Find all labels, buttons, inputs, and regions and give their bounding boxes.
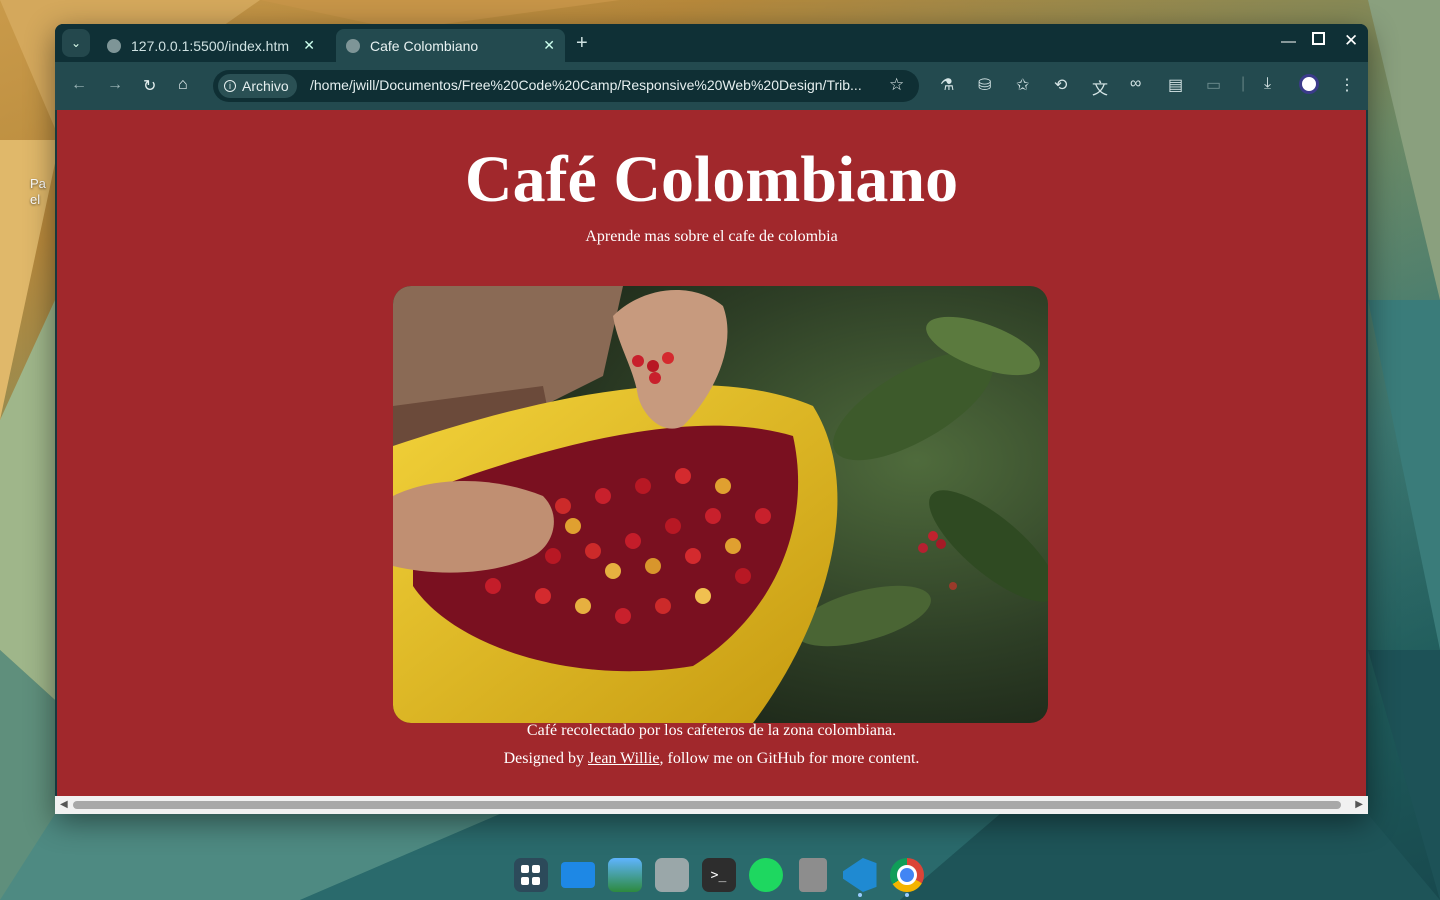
image-caption: Café recolectado por los cafeteros de la… — [526, 722, 897, 739]
globe-icon — [346, 38, 360, 53]
page-content: Café Colombiano Aprende mas sobre el caf… — [57, 110, 1366, 796]
tab-strip: ⌄ 127.0.0.1:5500/index.htm ✕ Cafe Colomb… — [55, 24, 1368, 62]
scroll-right-icon[interactable]: ▶ — [1355, 799, 1363, 810]
home-icon[interactable]: ⌂ — [178, 76, 188, 94]
terminal-icon[interactable]: >_ — [695, 853, 742, 897]
site-info-chip[interactable]: i Archivo — [218, 74, 297, 98]
page-title: Café Colombiano — [464, 143, 959, 216]
desktop-file-label[interactable]: Pa el — [30, 176, 46, 208]
browser-window: ⌄ 127.0.0.1:5500/index.htm ✕ Cafe Colomb… — [55, 24, 1368, 814]
spotify-icon[interactable] — [742, 853, 789, 897]
desktop-icon[interactable] — [554, 853, 601, 897]
history-icon[interactable]: ⟲ — [1054, 75, 1067, 95]
chrome-icon[interactable] — [883, 853, 930, 897]
minimize-icon[interactable]: — — [1281, 33, 1296, 50]
incognito-icon[interactable]: ⛁ — [978, 75, 991, 95]
labs-flask-icon[interactable]: ⚗ — [940, 75, 954, 95]
close-tab-icon[interactable]: ✕ — [543, 37, 555, 54]
address-bar[interactable]: i Archivo /home/jwill/Documentos/Free%20… — [213, 70, 919, 102]
apps-grid-icon[interactable] — [507, 853, 554, 897]
forward-icon[interactable]: → — [107, 76, 123, 94]
scroll-left-icon[interactable]: ◀ — [60, 799, 68, 810]
info-icon: i — [224, 80, 236, 92]
author-link[interactable]: Jean Willie — [588, 750, 659, 767]
tab-title: 127.0.0.1:5500/index.htm — [131, 37, 290, 54]
tab-localhost[interactable]: 127.0.0.1:5500/index.htm ✕ — [97, 29, 325, 62]
globe-icon — [107, 38, 121, 53]
close-tab-icon[interactable]: ✕ — [303, 37, 315, 54]
translate-icon[interactable]: 文 — [1092, 75, 1108, 99]
tab-search-button[interactable]: ⌄ — [62, 29, 90, 57]
maximize-icon[interactable] — [1312, 32, 1325, 49]
trash-icon[interactable] — [789, 853, 836, 897]
vscode-icon[interactable] — [836, 853, 883, 897]
page-footer: Designed by Jean Willie, follow me on Gi… — [57, 750, 1366, 768]
side-panel-icon[interactable]: ▤ — [1168, 75, 1183, 95]
menu-kebab-icon[interactable]: ⋮ — [1339, 75, 1355, 95]
url-text[interactable]: /home/jwill/Documentos/Free%20Code%20Cam… — [310, 77, 880, 93]
footer-prefix: Designed by — [503, 750, 588, 767]
hero-image-coffee-harvest — [393, 286, 1048, 723]
bookmark-star-icon[interactable]: ☆ — [889, 75, 904, 95]
profile-avatar[interactable] — [1299, 74, 1319, 94]
reload-icon[interactable]: ↻ — [143, 76, 156, 96]
page-subtitle: Aprende mas sobre el cafe de colombia — [585, 228, 838, 245]
photos-icon[interactable] — [601, 853, 648, 897]
tab-cafe-colombiano[interactable]: Cafe Colombiano ✕ — [336, 29, 565, 62]
site-info-label: Archivo — [242, 78, 289, 94]
scrollbar-thumb[interactable] — [73, 801, 1341, 809]
files-icon[interactable] — [648, 853, 695, 897]
chevron-down-icon: ⌄ — [70, 36, 82, 50]
new-tab-button[interactable]: + — [576, 32, 588, 55]
devices-icon[interactable]: ▭ — [1206, 75, 1221, 95]
browser-toolbar: ← → ↻ ⌂ i Archivo /home/jwill/Documentos… — [55, 62, 1368, 110]
download-icon[interactable]: ⤓ — [1264, 75, 1271, 93]
link-icon[interactable]: ∞ — [1130, 75, 1141, 93]
back-icon[interactable]: ← — [71, 76, 87, 94]
toolbar-divider: | — [1241, 75, 1246, 92]
close-window-icon[interactable]: ✕ — [1344, 31, 1358, 51]
bookmarks-icon[interactable]: ✩ — [1016, 75, 1029, 95]
taskbar-dock: >_ — [507, 853, 930, 897]
footer-suffix: , follow me on GitHub for more content. — [659, 750, 920, 767]
tab-title: Cafe Colombiano — [370, 37, 479, 54]
horizontal-scrollbar[interactable]: ◀ ▶ — [55, 796, 1368, 814]
